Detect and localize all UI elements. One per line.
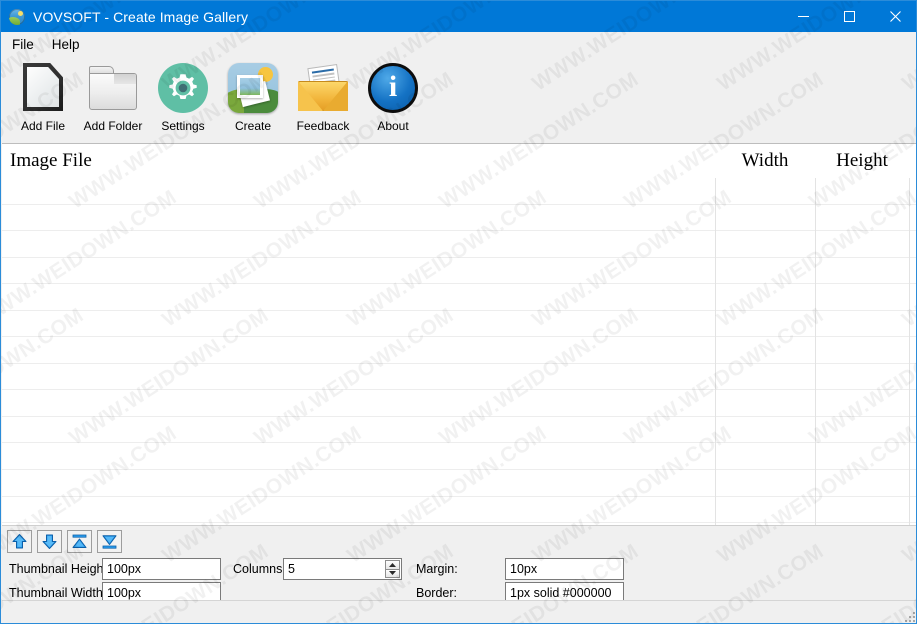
toolbar-label-add-file: Add File [20, 119, 66, 133]
minimize-button[interactable] [780, 1, 826, 32]
app-logo-icon [9, 8, 25, 25]
arrow-down-icon [42, 534, 57, 549]
move-to-top-button[interactable] [67, 530, 92, 553]
sort-button-group [7, 530, 122, 553]
maximize-icon [843, 11, 855, 22]
columns-label: Columns: [233, 562, 286, 576]
title-bar: VOVSOFT - Create Image Gallery [1, 1, 916, 32]
columns-spin-buttons[interactable] [385, 560, 400, 578]
column-divider-end [909, 178, 910, 525]
toolbar-button-create[interactable]: Create [218, 57, 288, 139]
table-row[interactable] [2, 284, 916, 311]
margin-label: Margin: [416, 562, 458, 576]
menu-bar: File Help [2, 32, 916, 57]
toolbar-button-feedback[interactable]: Feedback [288, 57, 358, 139]
thumbnail-width-label: Thumbnail Width: [9, 586, 107, 600]
border-label: Border: [416, 586, 457, 600]
columns-stepper[interactable]: 5 [283, 558, 402, 580]
toolbar-button-about[interactable]: i About [358, 57, 428, 139]
toolbar-button-add-file[interactable]: Add File [8, 57, 78, 139]
table-row[interactable] [2, 231, 916, 258]
thumbnail-height-input[interactable]: 100px [102, 558, 221, 580]
column-header-height[interactable]: Height [815, 144, 909, 178]
toolbar-label-feedback: Feedback [296, 119, 350, 133]
chevron-up-icon [389, 562, 396, 567]
image-gallery-icon [227, 62, 279, 114]
settings-panel: Thumbnail Height: 100px Thumbnail Width:… [2, 525, 916, 604]
margin-field-row: Margin: 10px [416, 558, 624, 580]
folder-icon [87, 62, 139, 114]
status-bar [2, 600, 916, 623]
move-down-button[interactable] [37, 530, 62, 553]
toolbar-label-about: About [377, 119, 409, 133]
columns-spin-down-button[interactable] [385, 568, 400, 578]
image-file-list[interactable]: Image File Width Height [2, 143, 916, 525]
table-row[interactable] [2, 390, 916, 417]
toolbar-button-settings[interactable]: Settings [148, 57, 218, 139]
table-row[interactable] [2, 205, 916, 232]
move-up-button[interactable] [7, 530, 32, 553]
menu-item-help[interactable]: Help [50, 35, 89, 55]
table-row[interactable] [2, 258, 916, 285]
list-header-row: Image File Width Height [2, 144, 916, 178]
close-button[interactable] [872, 1, 916, 32]
list-rows [2, 178, 916, 525]
application-window: VOVSOFT - Create Image Gallery File Help [0, 0, 917, 624]
resize-grip-icon[interactable] [903, 610, 915, 622]
close-icon [889, 11, 901, 22]
toolbar-label-create: Create [234, 119, 272, 133]
arrow-to-bottom-icon [102, 535, 117, 549]
toolbar-label-settings: Settings [161, 119, 205, 133]
envelope-icon [297, 62, 349, 114]
columns-field-row: Columns: 5 [233, 558, 402, 580]
chevron-down-icon [389, 571, 396, 576]
table-row[interactable] [2, 443, 916, 471]
toolbar-button-add-folder[interactable]: Add Folder [78, 57, 148, 139]
toolbar: Add File Add Folder Settings Create Feed… [2, 57, 916, 143]
table-row[interactable] [2, 497, 916, 524]
window-controls [780, 1, 916, 32]
toolbar-label-add-folder: Add Folder [83, 119, 143, 133]
minimize-icon [797, 16, 809, 17]
column-divider-width [715, 178, 716, 525]
column-divider-height [815, 178, 816, 525]
table-row[interactable] [2, 311, 916, 338]
maximize-button[interactable] [826, 1, 872, 32]
table-row[interactable] [2, 470, 916, 497]
table-row[interactable] [2, 364, 916, 391]
table-row[interactable] [2, 178, 916, 205]
arrow-up-icon [12, 534, 27, 549]
margin-input[interactable]: 10px [505, 558, 624, 580]
column-header-width[interactable]: Width [715, 144, 815, 178]
menu-item-file[interactable]: File [10, 35, 43, 55]
window-title: VOVSOFT - Create Image Gallery [33, 8, 249, 25]
column-header-image-file[interactable]: Image File [2, 144, 715, 178]
table-row[interactable] [2, 417, 916, 444]
thumbnail-height-field-row: Thumbnail Height: 100px [9, 558, 221, 580]
arrow-to-top-icon [72, 534, 87, 548]
info-icon: i [367, 62, 419, 114]
move-to-bottom-button[interactable] [97, 530, 122, 553]
columns-spin-up-button[interactable] [385, 560, 400, 569]
table-row[interactable] [2, 337, 916, 364]
thumbnail-height-label: Thumbnail Height: [9, 562, 111, 576]
document-icon [17, 62, 69, 114]
gear-icon [157, 62, 209, 114]
